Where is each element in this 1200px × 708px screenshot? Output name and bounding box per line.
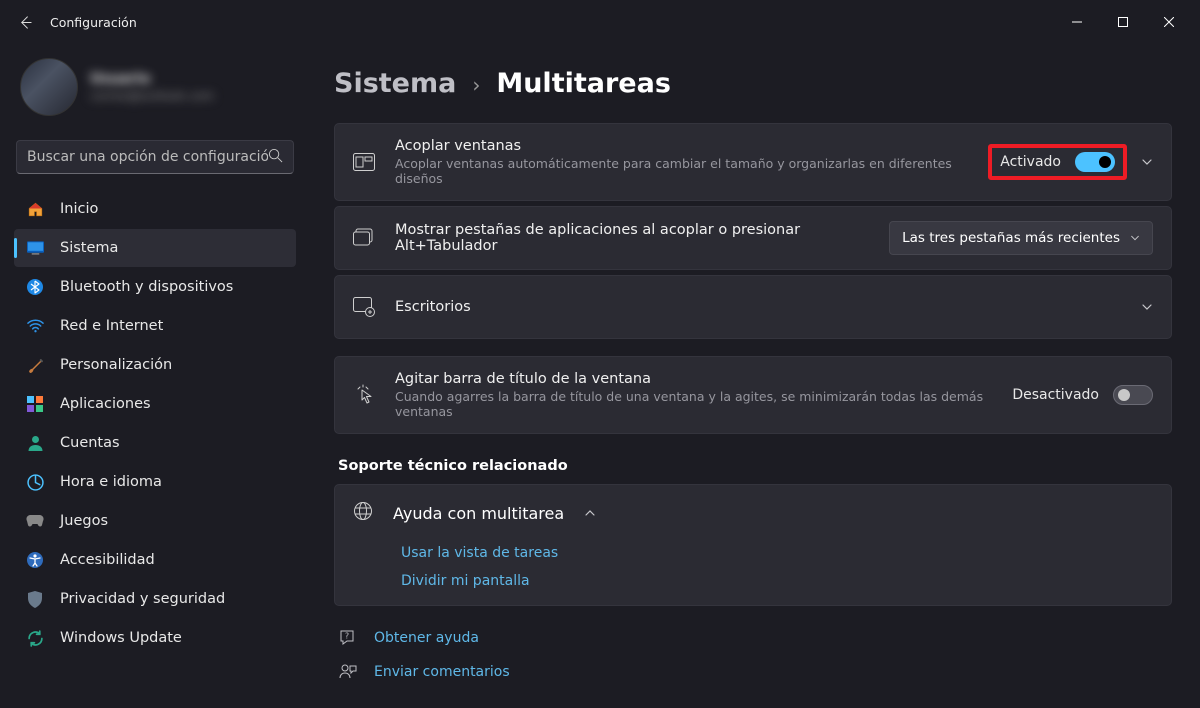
profile-block[interactable]: Usuario correo@outlook.com [10, 58, 300, 122]
nav-update[interactable]: Windows Update [14, 619, 296, 657]
tabs-icon [353, 227, 375, 249]
search-box[interactable] [16, 140, 294, 174]
chevron-right-icon: › [472, 73, 480, 97]
paintbrush-icon [26, 356, 44, 374]
card-title: Acoplar ventanas [395, 138, 968, 154]
chevron-down-icon[interactable] [1141, 298, 1153, 317]
shield-icon [26, 590, 44, 608]
nav-label: Red e Internet [60, 318, 163, 334]
help-card: Ayuda con multitarea Usar la vista de ta… [334, 484, 1172, 606]
window-controls [1054, 6, 1192, 38]
toggle-state-label: Activado [1000, 154, 1061, 170]
card-shake: Agitar barra de título de la ventana Cua… [334, 356, 1172, 434]
card-desktops[interactable]: Escritorios [334, 275, 1172, 339]
nav-home[interactable]: Inicio [14, 190, 296, 228]
snap-toggle[interactable] [1075, 152, 1115, 172]
toggle-state-label: Desactivado [1012, 387, 1099, 403]
update-icon [26, 629, 44, 647]
search-input[interactable] [27, 149, 268, 165]
feedback-icon [338, 662, 358, 682]
feedback-link[interactable]: Enviar comentarios [334, 662, 1172, 682]
nav-apps[interactable]: Aplicaciones [14, 385, 296, 423]
footer-links: ? Obtener ayuda Enviar comentarios [334, 628, 1172, 682]
nav-accounts[interactable]: Cuentas [14, 424, 296, 462]
chevron-down-icon[interactable] [1141, 153, 1153, 172]
help-link-split[interactable]: Dividir mi pantalla [401, 573, 1171, 589]
get-help-link[interactable]: ? Obtener ayuda [334, 628, 1172, 648]
avatar [20, 58, 78, 116]
card-subtitle: Acoplar ventanas automáticamente para ca… [395, 156, 968, 186]
nav-privacy[interactable]: Privacidad y seguridad [14, 580, 296, 618]
profile-email: correo@outlook.com [90, 89, 214, 103]
nav-label: Cuentas [60, 435, 120, 451]
main-panel: Sistema › Multitareas Acoplar ventanas A… [310, 44, 1200, 708]
dropdown-value: Las tres pestañas más recientes [902, 230, 1120, 246]
nav-accessibility[interactable]: Accesibilidad [14, 541, 296, 579]
help-links: Usar la vista de tareas Dividir mi panta… [335, 541, 1171, 605]
nav-label: Privacidad y seguridad [60, 591, 225, 607]
nav-gaming[interactable]: Juegos [14, 502, 296, 540]
nav-label: Windows Update [60, 630, 182, 646]
card-subtitle: Cuando agarres la barra de título de una… [395, 389, 992, 419]
alttab-dropdown[interactable]: Las tres pestañas más recientes [889, 221, 1153, 255]
card-title: Mostrar pestañas de aplicaciones al acop… [395, 222, 869, 254]
nav-list: Inicio Sistema Bluetooth y dispositivos … [10, 190, 300, 657]
person-icon [26, 434, 44, 452]
nav-network[interactable]: Red e Internet [14, 307, 296, 345]
nav-label: Sistema [60, 240, 118, 256]
sidebar: Usuario correo@outlook.com Inicio Sistem… [0, 44, 310, 708]
nav-label: Accesibilidad [60, 552, 155, 568]
close-button[interactable] [1146, 6, 1192, 38]
globe-clock-icon [26, 473, 44, 491]
highlight-box: Activado [988, 144, 1127, 180]
search-icon [268, 148, 283, 167]
card-snap-windows[interactable]: Acoplar ventanas Acoplar ventanas automá… [334, 123, 1172, 201]
maximize-button[interactable] [1100, 6, 1146, 38]
link-label: Enviar comentarios [374, 664, 510, 680]
page-title: Multitareas [496, 68, 671, 99]
web-help-icon [353, 501, 373, 525]
nav-personalization[interactable]: Personalización [14, 346, 296, 384]
back-button[interactable] [8, 5, 42, 39]
breadcrumb-parent[interactable]: Sistema [334, 68, 456, 99]
link-label: Obtener ayuda [374, 630, 479, 646]
help-icon: ? [338, 628, 358, 648]
help-expander[interactable]: Ayuda con multitarea [335, 485, 1171, 541]
wifi-icon [26, 317, 44, 335]
titlebar: Configuración [0, 0, 1200, 44]
nav-time[interactable]: Hora e idioma [14, 463, 296, 501]
chevron-up-icon [584, 504, 596, 523]
help-title: Ayuda con multitarea [393, 504, 564, 523]
gamepad-icon [26, 512, 44, 530]
card-alttab[interactable]: Mostrar pestañas de aplicaciones al acop… [334, 206, 1172, 270]
bluetooth-icon [26, 278, 44, 296]
svg-text:?: ? [345, 632, 349, 641]
card-title: Agitar barra de título de la ventana [395, 371, 992, 387]
nav-label: Hora e idioma [60, 474, 162, 490]
nav-label: Juegos [60, 513, 108, 529]
nav-bluetooth[interactable]: Bluetooth y dispositivos [14, 268, 296, 306]
profile-text: Usuario correo@outlook.com [90, 71, 214, 103]
minimize-button[interactable] [1054, 6, 1100, 38]
home-icon [26, 200, 44, 218]
shake-toggle[interactable] [1113, 385, 1153, 405]
apps-icon [26, 395, 44, 413]
accessibility-icon [26, 551, 44, 569]
card-title: Escritorios [395, 299, 1121, 315]
nav-label: Inicio [60, 201, 98, 217]
nav-label: Aplicaciones [60, 396, 151, 412]
chevron-down-icon [1130, 233, 1140, 243]
cursor-shake-icon [353, 384, 375, 406]
window-title: Configuración [50, 15, 137, 30]
nav-system[interactable]: Sistema [14, 229, 296, 267]
desktops-icon [353, 296, 375, 318]
profile-name: Usuario [90, 71, 214, 87]
nav-label: Bluetooth y dispositivos [60, 279, 233, 295]
nav-label: Personalización [60, 357, 172, 373]
breadcrumb: Sistema › Multitareas [334, 68, 1172, 99]
snap-layout-icon [353, 151, 375, 173]
help-link-taskview[interactable]: Usar la vista de tareas [401, 545, 1171, 561]
system-icon [26, 239, 44, 257]
support-heading: Soporte técnico relacionado [338, 458, 1172, 474]
